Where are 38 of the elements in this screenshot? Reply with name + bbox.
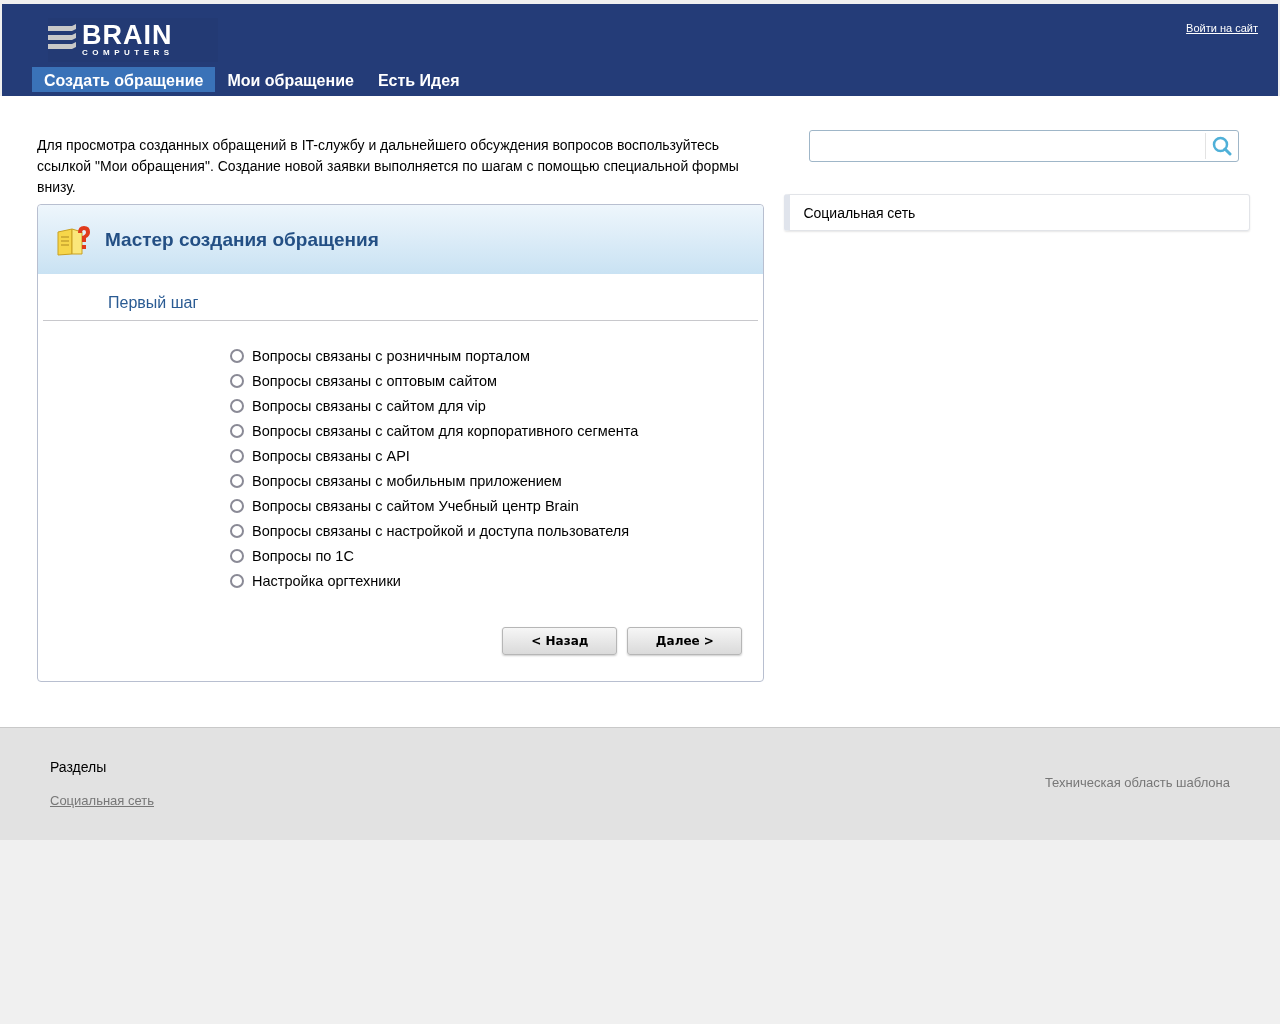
radio-icon[interactable] bbox=[230, 473, 244, 488]
wizard-title: Мастер создания обращения bbox=[105, 228, 379, 251]
nav-tab[interactable]: Мои обращение bbox=[215, 67, 366, 92]
radio-option[interactable]: Вопросы связаны с API bbox=[230, 443, 764, 468]
radio-option[interactable]: Вопросы связаны с сайтом для корпоративного сегмента bbox=[230, 418, 764, 443]
radio-icon[interactable] bbox=[230, 498, 244, 513]
radio-icon[interactable] bbox=[230, 548, 244, 563]
intro-text: Для просмотра созданных обращений в IT-службу и дальнейшего обсуждения вопросов воспользуйтесь ссылкой "Мои обращения". Создание новой заявки выполняется по шагам с помощью специальной формы внизу. bbox=[37, 136, 740, 197]
radio-option[interactable]: Вопросы связаны с сайтом для vip bbox=[230, 393, 764, 418]
radio-icon[interactable] bbox=[230, 348, 244, 363]
nav-tab[interactable]: Есть Идея bbox=[365, 67, 472, 92]
question-book-icon bbox=[56, 223, 92, 256]
step-heading: Первый шаг bbox=[43, 274, 759, 321]
radio-option[interactable]: Вопросы связаны с мобильным приложением bbox=[230, 468, 764, 493]
logo-tagline: COMPUTERS bbox=[82, 48, 174, 58]
radio-icon[interactable] bbox=[230, 448, 244, 463]
radio-icon[interactable] bbox=[230, 398, 244, 413]
footer-heading: Разделы bbox=[50, 759, 108, 775]
footer-note: Техническая область шаблона bbox=[1044, 775, 1230, 792]
next-button[interactable]: Далее > bbox=[627, 627, 743, 655]
radio-option[interactable]: Вопросы связаны с оптовым сайтом bbox=[230, 368, 764, 393]
search-field[interactable] bbox=[809, 130, 1240, 162]
sidebar-item[interactable]: Социальная сеть bbox=[784, 194, 1250, 231]
radio-option[interactable]: Настройка оргтехники bbox=[230, 568, 764, 593]
radio-option[interactable]: Вопросы связаны с настройкой и доступа пользователя bbox=[230, 518, 764, 543]
radio-icon[interactable] bbox=[230, 523, 244, 538]
radio-icon[interactable] bbox=[230, 423, 244, 438]
radio-option[interactable]: Вопросы по 1С bbox=[230, 543, 764, 568]
logo-text: BRAIN bbox=[82, 22, 174, 48]
radio-option[interactable]: Вопросы связаны с розничным порталом bbox=[230, 343, 764, 368]
radio-icon[interactable] bbox=[230, 373, 244, 388]
radio-option[interactable]: Вопросы связаны с сайтом Учебный центр Brain bbox=[230, 493, 764, 518]
back-button[interactable]: < Назад bbox=[502, 627, 618, 655]
footer-link[interactable]: Социальная сеть bbox=[50, 793, 154, 808]
search-icon[interactable] bbox=[1212, 136, 1233, 156]
radio-icon[interactable] bbox=[230, 573, 244, 588]
nav-tab[interactable]: Создать обращение bbox=[32, 67, 216, 92]
login-link[interactable]: Войти на сайт bbox=[1186, 22, 1258, 34]
